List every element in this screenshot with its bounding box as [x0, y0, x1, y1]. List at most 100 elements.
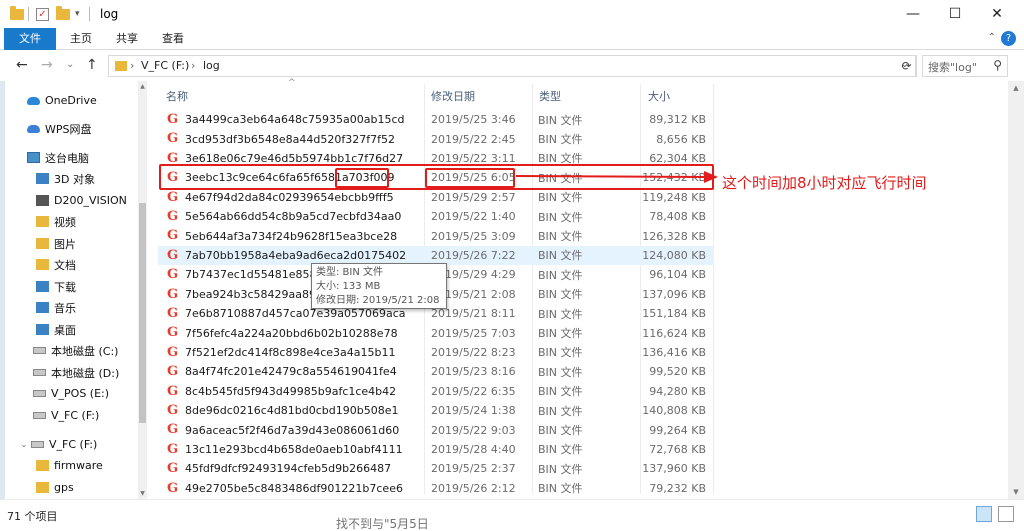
- properties-check-icon[interactable]: ✓: [36, 6, 49, 22]
- nav-item-drive-d[interactable]: 本地磁盘 (D:): [33, 362, 147, 383]
- minimize-button[interactable]: —: [890, 0, 936, 28]
- folder-icon: [36, 173, 49, 184]
- forward-icon[interactable]: →: [41, 57, 53, 73]
- nav-item-wps[interactable]: WPS网盘: [27, 118, 147, 139]
- breadcrumb-log[interactable]: log: [203, 59, 220, 72]
- file-type: BIN 文件: [538, 404, 583, 418]
- folder-icon: [36, 259, 49, 270]
- quick-access-sep: [28, 6, 29, 22]
- file-type: BIN 文件: [538, 346, 583, 360]
- file-date: 2019/5/29 2:57: [431, 190, 516, 204]
- maximize-button[interactable]: ☐: [932, 0, 978, 28]
- file-name: 8de96dc0216c4d81bd0cbd190b508e1: [185, 404, 399, 418]
- nav-item-downloads[interactable]: 下载: [36, 276, 147, 297]
- nav-item-desktop[interactable]: 桌面: [36, 319, 147, 340]
- details-view-icon[interactable]: [976, 506, 992, 522]
- table-row[interactable]: G 7f56fefc4a224a20bbd6b02b10288e78 2019/5/…: [158, 323, 714, 342]
- nav-item-onedrive[interactable]: OneDrive: [27, 90, 147, 111]
- table-row[interactable]: G 49e2705be5c8483486df901221b7cee6 2019/5/…: [158, 479, 714, 498]
- file-type: BIN 文件: [538, 365, 583, 379]
- expand-arrow-icon[interactable]: ⌄: [19, 440, 29, 449]
- ribbon-collapse-icon[interactable]: ⌃: [988, 32, 996, 43]
- tooltip-type: 类型: BIN 文件: [316, 267, 384, 278]
- nav-item-drive-c[interactable]: 本地磁盘 (C:): [33, 340, 147, 361]
- scroll-up-icon[interactable]: ▲: [138, 83, 147, 90]
- nav-item-pictures[interactable]: 图片: [36, 233, 147, 254]
- nav-item-this-pc[interactable]: 这台电脑: [27, 147, 147, 168]
- nav-item-gps[interactable]: gps: [36, 477, 147, 498]
- column-header-date[interactable]: 修改日期: [431, 88, 475, 108]
- large-icons-view-icon[interactable]: [998, 506, 1014, 522]
- tab-home[interactable]: 主页: [64, 28, 98, 50]
- help-icon[interactable]: ?: [1001, 31, 1016, 46]
- bin-file-icon: G: [167, 286, 179, 302]
- bin-file-icon: G: [167, 364, 179, 380]
- nav-item-firmware[interactable]: firmware: [36, 455, 147, 476]
- table-row[interactable]: G 3cd953df3b6548e8a44d520f327f7f52 2019/5/…: [158, 129, 714, 148]
- file-date: 2019/5/26 7:22: [431, 248, 516, 262]
- back-icon[interactable]: ←: [16, 57, 28, 73]
- nav-scrollbar[interactable]: ▲ ▼: [138, 81, 147, 499]
- file-date: 2019/5/22 9:03: [431, 423, 516, 437]
- breadcrumb-drive[interactable]: V_FC (F:): [141, 59, 189, 72]
- column-header-size[interactable]: 大小: [648, 88, 670, 108]
- nav-scroll-thumb[interactable]: [139, 203, 146, 423]
- close-button[interactable]: ✕: [974, 0, 1020, 28]
- bin-file-icon: G: [167, 189, 179, 205]
- file-size: 126,328 KB: [642, 229, 706, 243]
- table-row[interactable]: G 9a6aceac5f2f46d7a39d43e086061d60 2019/5/…: [158, 420, 714, 439]
- nav-item-3d[interactable]: 3D 对象: [36, 168, 147, 189]
- refresh-icon[interactable]: ⟳: [897, 55, 917, 77]
- table-row[interactable]: G 8de96dc0216c4d81bd0cbd190b508e1 2019/5/2…: [158, 401, 714, 420]
- tab-share[interactable]: 共享: [110, 28, 144, 50]
- table-row[interactable]: G 4e67f94d2da84c02939654ebcbb9fff5 2019/5/…: [158, 188, 714, 207]
- scroll-down-icon[interactable]: ▼: [1008, 488, 1024, 496]
- nav-item-videos[interactable]: 视频: [36, 211, 147, 232]
- column-header-type[interactable]: 类型: [539, 88, 561, 108]
- table-row[interactable]: G 3a4499ca3eb64a648c75935a00ab15cd 2019/5/…: [158, 110, 714, 129]
- bin-file-icon: G: [167, 461, 179, 477]
- file-type: BIN 文件: [538, 249, 583, 263]
- file-list-scrollbar[interactable]: ▲ ▼: [1008, 81, 1024, 499]
- app-folder-icon: [10, 5, 24, 22]
- table-row[interactable]: G 8c4b545fd5f943d49985b9afc1ce4b42 2019/5/…: [158, 382, 714, 401]
- recent-locations-icon[interactable]: ⌄: [66, 59, 74, 70]
- nav-item-drive-e[interactable]: V_POS (E:): [33, 383, 147, 404]
- table-row[interactable]: G 8a4f74fc201e42479c8a554619041fe4 2019/5/…: [158, 362, 714, 381]
- scroll-down-icon[interactable]: ▼: [138, 490, 147, 497]
- breadcrumb-sep: ›: [191, 59, 196, 72]
- file-type: BIN 文件: [538, 424, 583, 438]
- nav-item-documents[interactable]: 文档: [36, 254, 147, 275]
- bin-file-icon: G: [167, 131, 179, 147]
- column-header-name[interactable]: 名称: [166, 88, 188, 108]
- drive-icon: [33, 412, 46, 419]
- cloud-icon: [27, 124, 40, 133]
- table-row[interactable]: G 5eb644af3a734f24b9628f15ea3bce28 2019/5/…: [158, 226, 714, 245]
- search-placeholder: 搜索"log": [928, 61, 977, 74]
- file-date: 2019/5/25 7:03: [431, 326, 516, 340]
- search-input[interactable]: 搜索"log" ⚲: [922, 55, 1008, 77]
- annotation-text: 这个时间加8小时对应飞行时间: [722, 174, 927, 192]
- item-count: 71 个项目: [7, 510, 58, 523]
- new-folder-icon[interactable]: [56, 5, 70, 22]
- folder-icon: [36, 460, 49, 471]
- table-row[interactable]: G 13c11e293bcd4b658de0aeb10abf4111 2019/5/…: [158, 440, 714, 459]
- file-name: 13c11e293bcd4b658de0aeb10abf4111: [185, 442, 403, 456]
- file-name: 7e6b8710887d457ca07e39a057069aca: [185, 307, 406, 321]
- bin-file-icon: G: [167, 403, 179, 418]
- quick-access-dropdown-icon[interactable]: ▾: [75, 6, 80, 22]
- nav-item-drive-f-root[interactable]: ⌄ V_FC (F:): [19, 434, 147, 455]
- nav-item-d200[interactable]: D200_VISION: [36, 190, 147, 211]
- table-row[interactable]: G 5e564ab66dd54c8b9a5cd7ecbfd34aa0 2019/5/…: [158, 207, 714, 226]
- file-tooltip: 类型: BIN 文件 大小: 133 MB 修改日期: 2019/5/21 2:…: [311, 263, 447, 309]
- scroll-up-icon[interactable]: ▲: [1008, 84, 1024, 92]
- up-icon[interactable]: ↑: [86, 57, 98, 73]
- table-row[interactable]: G 45fdf9dfcf92493194cfeb5d9b266487 2019/5/…: [158, 459, 714, 478]
- nav-item-drive-f[interactable]: V_FC (F:): [33, 405, 147, 426]
- table-row[interactable]: G 7f521ef2dc414f8c898e4ce3a4a15b11 2019/5/…: [158, 343, 714, 362]
- file-size: 96,104 KB: [649, 268, 706, 282]
- tab-view[interactable]: 查看: [156, 28, 190, 50]
- tab-file[interactable]: 文件: [4, 28, 56, 50]
- address-bar[interactable]: › V_FC (F:) › log ⌄: [108, 55, 916, 77]
- nav-item-music[interactable]: 音乐: [36, 297, 147, 318]
